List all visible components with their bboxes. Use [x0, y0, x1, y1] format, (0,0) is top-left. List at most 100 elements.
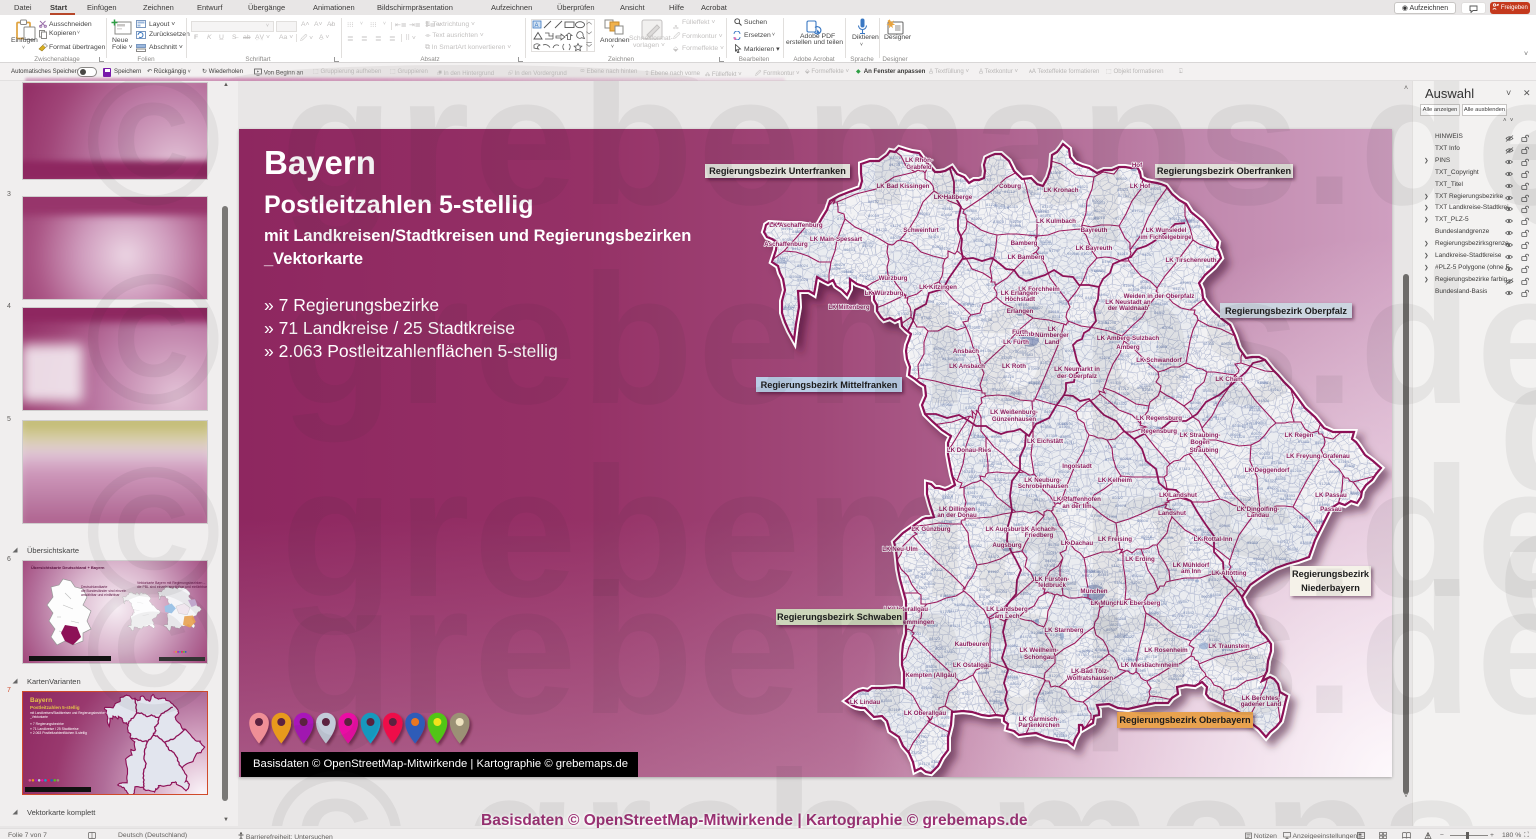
svg-text:87727: 87727: [1164, 637, 1176, 642]
svg-text:Passau: Passau: [1320, 506, 1342, 513]
svg-text:95905: 95905: [1010, 223, 1022, 228]
svg-text:82190: 82190: [979, 594, 991, 599]
svg-text:Straubing: Straubing: [1190, 447, 1219, 454]
svg-text:95617: 95617: [992, 387, 1004, 392]
svg-text:82745: 82745: [1117, 632, 1129, 637]
svg-text:LK Traunstein: LK Traunstein: [1208, 643, 1249, 650]
svg-text:84735: 84735: [889, 162, 901, 167]
svg-text:91597: 91597: [1178, 599, 1190, 604]
svg-text:84752: 84752: [983, 463, 995, 468]
svg-text:86323: 86323: [929, 636, 941, 641]
svg-text:96778: 96778: [1146, 654, 1158, 659]
svg-text:81442: 81442: [1098, 292, 1110, 297]
svg-text:82670: 82670: [1115, 503, 1127, 508]
svg-text:LK Landshut: LK Landshut: [1159, 492, 1197, 499]
svg-text:Land: Land: [1045, 339, 1060, 346]
svg-text:83555: 83555: [881, 698, 893, 703]
svg-text:82280: 82280: [1094, 208, 1106, 213]
svg-text:90168: 90168: [1061, 301, 1073, 306]
svg-text:84839: 84839: [1123, 648, 1135, 653]
svg-text:91837: 91837: [916, 585, 928, 590]
svg-text:80468: 80468: [941, 212, 953, 217]
svg-text:Aschaffenburg: Aschaffenburg: [764, 241, 808, 248]
svg-text:92481: 92481: [1030, 191, 1042, 196]
svg-text:86315: 86315: [1007, 204, 1019, 209]
svg-text:96381: 96381: [863, 240, 875, 245]
svg-text:84732: 84732: [876, 227, 888, 232]
svg-text:82537: 82537: [1043, 516, 1055, 521]
svg-text:95434: 95434: [1022, 270, 1034, 275]
svg-text:82590: 82590: [1050, 170, 1062, 175]
svg-text:94146: 94146: [980, 348, 992, 353]
svg-text:89474: 89474: [1260, 380, 1272, 385]
svg-text:80852: 80852: [1221, 341, 1233, 346]
svg-text:91772: 91772: [940, 609, 952, 614]
svg-text:81770: 81770: [1132, 208, 1144, 213]
svg-text:LK Regen: LK Regen: [1285, 432, 1314, 439]
svg-text:81367: 81367: [1004, 571, 1016, 576]
svg-text:LK Wunsiedel: LK Wunsiedel: [1146, 227, 1187, 234]
svg-text:93175: 93175: [962, 691, 974, 696]
svg-text:97428: 97428: [1121, 656, 1133, 661]
svg-text:Wolfratshausen: Wolfratshausen: [1067, 675, 1114, 682]
svg-text:81076: 81076: [1031, 630, 1043, 635]
svg-text:im Fichtelgebirge: im Fichtelgebirge: [1140, 234, 1192, 241]
svg-text:82764: 82764: [1118, 193, 1130, 198]
svg-text:85615: 85615: [1048, 309, 1060, 314]
svg-text:81683: 81683: [1056, 733, 1068, 738]
svg-text:LK Pfaffenhofen: LK Pfaffenhofen: [1053, 496, 1101, 503]
svg-text:96151: 96151: [844, 247, 856, 252]
svg-text:93335: 93335: [1090, 310, 1102, 315]
svg-text:LK Ebersberg: LK Ebersberg: [1120, 600, 1161, 607]
svg-text:LK Weißenburg-: LK Weißenburg-: [990, 409, 1038, 416]
svg-text:am Inn: am Inn: [1181, 568, 1201, 575]
svg-text:Erlangen: Erlangen: [1007, 308, 1034, 315]
svg-text:97855: 97855: [1001, 355, 1013, 360]
svg-text:88251: 88251: [1110, 622, 1122, 627]
svg-text:LK Kronach: LK Kronach: [1043, 187, 1078, 194]
svg-text:91427: 91427: [1111, 563, 1123, 568]
svg-text:93024: 93024: [859, 273, 871, 278]
svg-text:91239: 91239: [1319, 481, 1331, 486]
svg-text:88541: 88541: [1010, 681, 1022, 686]
svg-text:A: A: [535, 23, 539, 29]
svg-text:an der Donau: an der Donau: [937, 512, 977, 519]
svg-text:97105: 97105: [1238, 632, 1250, 637]
svg-text:LK Hof: LK Hof: [1130, 183, 1151, 190]
svg-text:LK Main-Spessart: LK Main-Spessart: [810, 236, 862, 243]
svg-text:LK Rosenheim: LK Rosenheim: [1144, 647, 1188, 654]
svg-text:95098: 95098: [1253, 556, 1265, 561]
svg-text:93845: 93845: [994, 689, 1006, 694]
svg-text:84762: 84762: [980, 502, 992, 507]
svg-text:80518: 80518: [1141, 534, 1153, 539]
svg-text:am Lech: am Lech: [994, 613, 1019, 620]
svg-text:91064: 91064: [1228, 606, 1240, 611]
svg-text:LK Regensburg: LK Regensburg: [1136, 415, 1182, 422]
svg-text:85068: 85068: [1173, 673, 1185, 678]
svg-text:89013: 89013: [868, 213, 880, 218]
svg-text:LK Neu-Ulm: LK Neu-Ulm: [882, 546, 918, 553]
svg-text:95161: 95161: [1270, 387, 1282, 392]
svg-text:84178: 84178: [919, 761, 931, 766]
svg-text:94630: 94630: [1079, 203, 1091, 208]
svg-text:97426: 97426: [1091, 268, 1103, 273]
svg-text:83823: 83823: [993, 219, 1005, 224]
svg-text:Schweinfurt: Schweinfurt: [903, 227, 938, 234]
svg-text:94014: 94014: [1114, 580, 1126, 585]
svg-text:86521: 86521: [1077, 184, 1089, 189]
svg-text:Memmingen: Memmingen: [898, 619, 934, 626]
svg-text:83322: 83322: [1116, 401, 1128, 406]
svg-text:88620: 88620: [918, 596, 930, 601]
svg-text:91788: 91788: [1069, 487, 1081, 492]
svg-text:82627: 82627: [1034, 462, 1046, 467]
svg-text:81298: 81298: [1105, 320, 1117, 325]
svg-text:Regierungsbezirk Oberfranken: Regierungsbezirk Oberfranken: [1157, 166, 1292, 176]
svg-text:Friedberg: Friedberg: [1025, 532, 1054, 539]
svg-text:80921: 80921: [936, 301, 948, 306]
svg-text:90937: 90937: [1038, 605, 1050, 610]
svg-text:94276: 94276: [1173, 286, 1185, 291]
svg-text:87935: 87935: [1234, 474, 1246, 479]
svg-text:82398: 82398: [1119, 568, 1131, 573]
svg-text:86304: 86304: [1035, 208, 1047, 213]
svg-text:LK Neumarkt in: LK Neumarkt in: [1054, 366, 1100, 373]
